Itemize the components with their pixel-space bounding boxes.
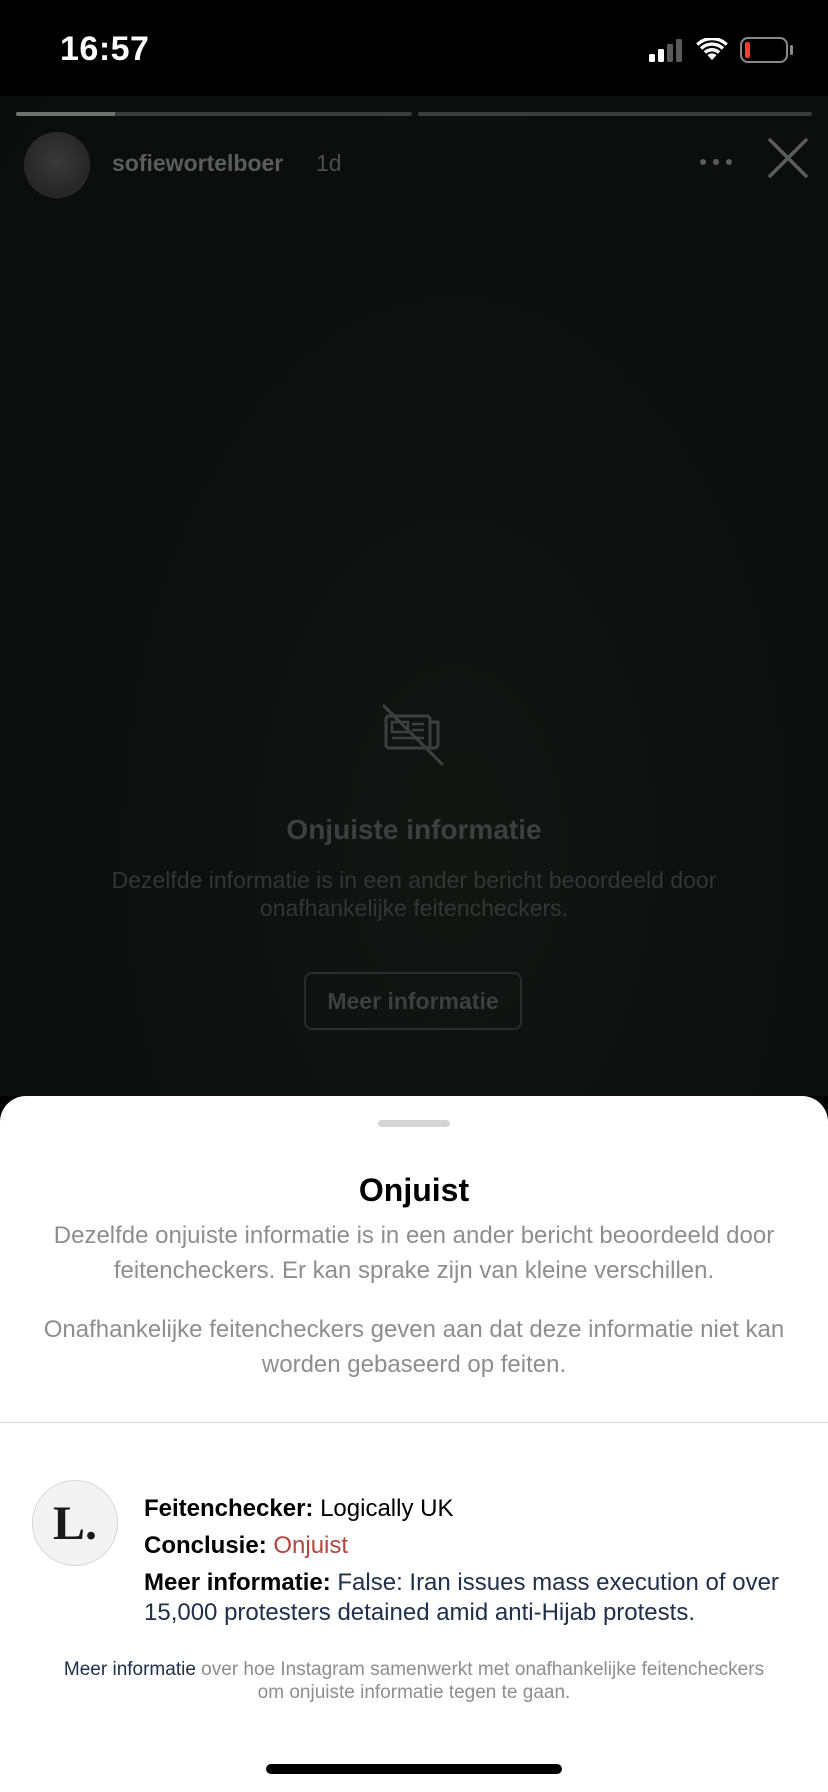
more-info-row: Meer informatie: False: Iran issues mass… <box>144 1568 804 1628</box>
overlay-description: Dezelfde informatie is in een ander beri… <box>111 867 717 921</box>
fact-check-sheet: Onjuist Dezelfde onjuiste informatie is … <box>0 1096 828 1792</box>
footer-text: over hoe Instagram samenwerkt met onafha… <box>195 1659 765 1703</box>
conclusion-label: Conclusie: <box>144 1532 267 1559</box>
overlay-more-info-button[interactable]: Meer informatie <box>304 972 522 1030</box>
more-info-label: Meer informatie: <box>144 1569 331 1596</box>
wifi-icon <box>696 38 728 60</box>
screen: 16:57 sofiewortelboer 1d Onjuiste inform… <box>0 0 828 1792</box>
sheet-drag-handle[interactable] <box>378 1120 450 1127</box>
fact-checker-row: Feitenchecker: Logically UK <box>144 1494 804 1524</box>
more-options-button[interactable] <box>688 142 744 182</box>
sheet-secondary-description: Onafhankelijke feitencheckers geven aan … <box>43 1316 785 1378</box>
story-progress-fill <box>16 112 115 116</box>
overlay-title: Onjuiste informatie <box>286 814 542 845</box>
fact-checker-name: Logically UK <box>320 1495 454 1522</box>
battery-low-icon <box>740 37 793 63</box>
story-progress-segment-1 <box>16 112 412 116</box>
status-icons <box>648 36 794 64</box>
status-time: 16:57 <box>60 30 150 68</box>
status-bar: 16:57 <box>0 0 828 96</box>
story-header: sofiewortelboer 1d <box>24 132 814 204</box>
close-icon <box>768 138 808 178</box>
conclusion-row: Conclusie: Onjuist <box>144 1531 804 1561</box>
divider <box>0 1422 828 1423</box>
footer-note: Meer informatie over hoe Instagram samen… <box>60 1658 768 1704</box>
home-indicator[interactable] <box>266 1764 562 1774</box>
avatar[interactable] <box>24 132 90 198</box>
sheet-title: Onjuist <box>358 1172 470 1208</box>
fact-checker-logo-text: L. <box>52 1496 97 1550</box>
story-progress-segment-2 <box>418 112 812 116</box>
story-viewer[interactable]: sofiewortelboer 1d Onjuiste informatie D… <box>0 96 828 1096</box>
footer-more-info-link[interactable]: Meer informatie <box>64 1659 196 1680</box>
username[interactable]: sofiewortelboer <box>112 150 283 177</box>
hidden-news-icon <box>382 704 444 766</box>
ellipsis-icon <box>700 159 732 165</box>
cellular-signal-icon <box>649 39 682 62</box>
fact-checker-label: Feitenchecker: <box>144 1495 314 1522</box>
story-time-ago: 1d <box>316 150 342 176</box>
sheet-description: Dezelfde onjuiste informatie is in een a… <box>53 1222 775 1284</box>
conclusion-value: Onjuist <box>273 1532 349 1559</box>
fact-checker-logo: L. <box>32 1480 118 1566</box>
close-button[interactable] <box>762 132 814 184</box>
